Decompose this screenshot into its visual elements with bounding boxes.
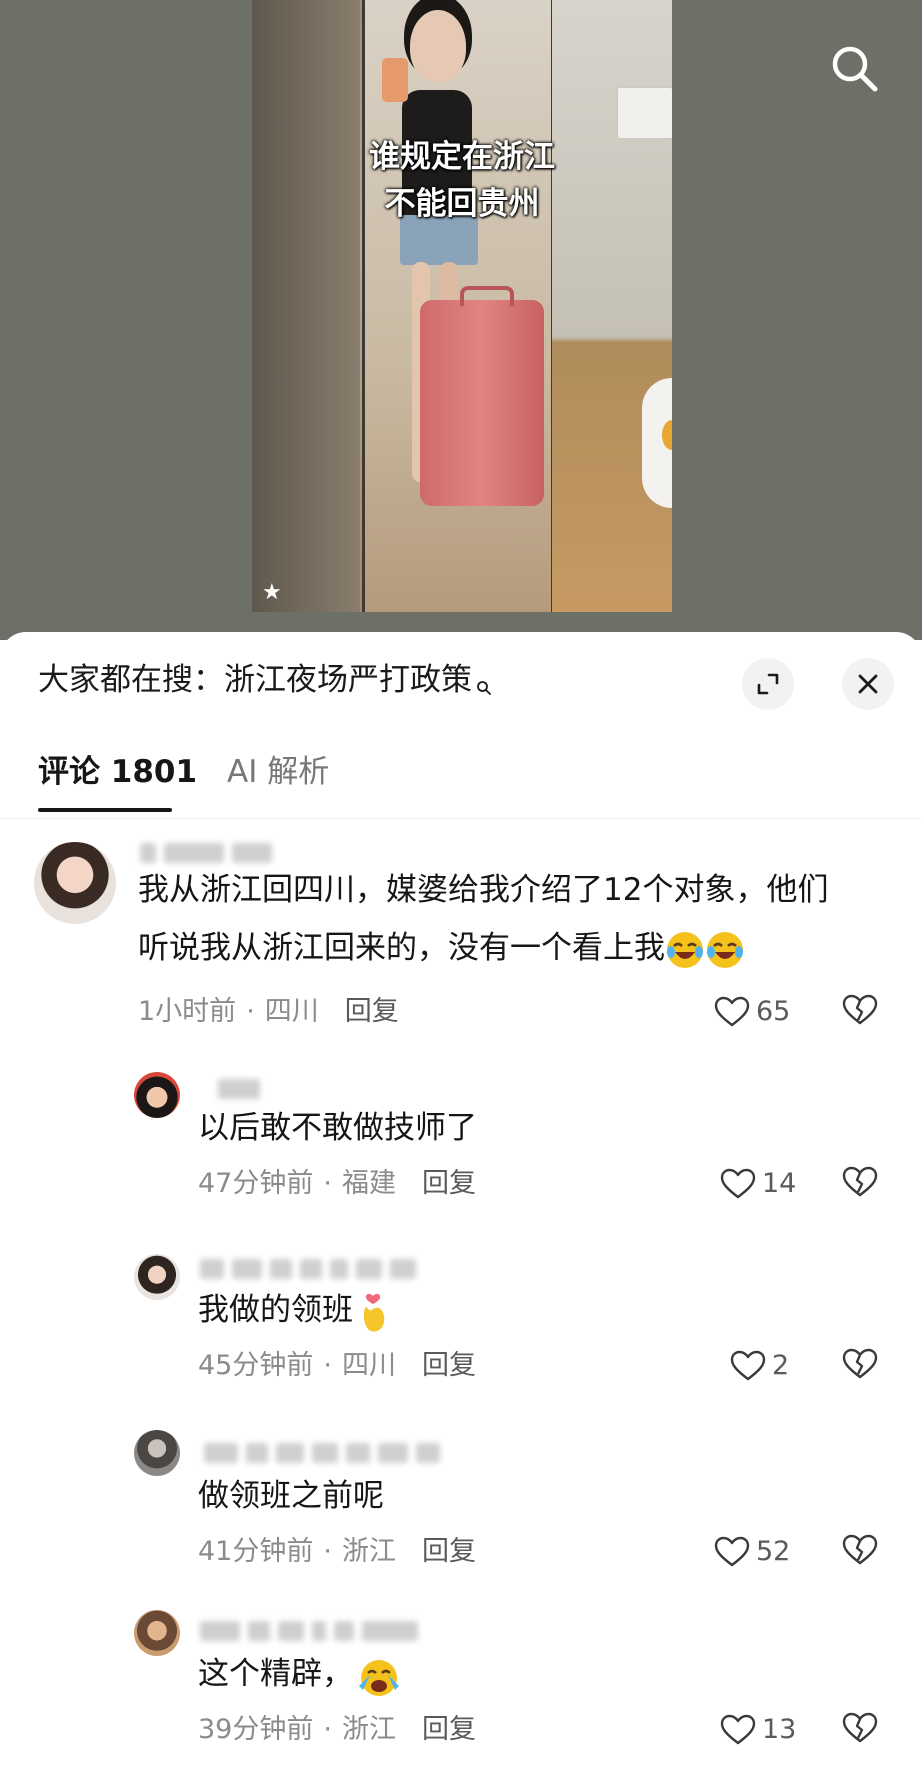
- comment-time: 47分钟前: [198, 1168, 314, 1199]
- avatar[interactable]: [134, 1072, 180, 1118]
- comment-location: 四川: [264, 996, 319, 1027]
- close-button[interactable]: [842, 658, 894, 710]
- expand-icon: [757, 673, 779, 695]
- crying-laughing-emoji: [665, 930, 705, 970]
- comment-text-wrap: 我做的领班: [198, 1282, 393, 1338]
- trending-search[interactable]: 大家都在搜：浙江夜场严打政策: [38, 658, 492, 708]
- reply-button[interactable]: 回复: [422, 1168, 476, 1199]
- dislike-button[interactable]: [842, 1534, 878, 1570]
- avatar[interactable]: [134, 1254, 180, 1300]
- expand-button[interactable]: [742, 658, 794, 710]
- heart-icon: [720, 1168, 756, 1199]
- search-button[interactable]: [826, 40, 882, 96]
- comment-text: 这个精辟，: [198, 1656, 353, 1692]
- divider: [0, 818, 922, 819]
- username-blurred[interactable]: [200, 1620, 426, 1646]
- finger-heart-emoji: [353, 1292, 393, 1332]
- comment-meta: 45分钟前 · 四川 回复: [198, 1348, 476, 1384]
- dislike-button[interactable]: [842, 994, 878, 1030]
- loudly-crying-emoji: [353, 1656, 405, 1696]
- broken-heart-icon: [842, 1166, 878, 1197]
- dislike-button[interactable]: [842, 1166, 878, 1202]
- comment-meta: 1小时前 · 四川 回复: [138, 994, 399, 1030]
- active-tab-indicator: [38, 808, 172, 812]
- comment-time: 39分钟前: [198, 1714, 314, 1745]
- comment-text: 做领班之前呢: [198, 1478, 384, 1514]
- separator-dot: ·: [246, 996, 255, 1027]
- heart-icon: [714, 1536, 750, 1567]
- trending-query[interactable]: 浙江夜场严打政策: [224, 662, 472, 698]
- search-icon: [476, 664, 492, 708]
- reply-button[interactable]: 回复: [422, 1536, 476, 1567]
- separator-dot: ·: [323, 1536, 332, 1567]
- video-outlet: [616, 86, 672, 140]
- comment-location: 浙江: [341, 1536, 396, 1567]
- avatar[interactable]: [134, 1430, 180, 1476]
- username-blurred[interactable]: [200, 1258, 424, 1284]
- reply-button[interactable]: 回复: [422, 1350, 476, 1381]
- video-suitcase: [420, 286, 544, 506]
- video-person: [410, 10, 466, 82]
- like-count: 14: [762, 1168, 797, 1199]
- sparkle-icon: ★: [262, 580, 282, 605]
- heart-icon: [714, 996, 750, 1027]
- broken-heart-icon: [842, 994, 878, 1025]
- comment-text-line1: 我从浙江回四川，媒婆给我介绍了12个对象，他们: [138, 872, 829, 908]
- separator-dot: ·: [323, 1168, 332, 1199]
- close-icon: [858, 674, 878, 694]
- search-icon: [832, 46, 878, 92]
- comment-location: 四川: [341, 1350, 396, 1381]
- comment-text: 以后敢不敢做技师了: [198, 1110, 477, 1146]
- video-caption-line1: 谁规定在浙江: [369, 139, 555, 175]
- avatar[interactable]: [34, 842, 116, 924]
- like-button[interactable]: 52: [714, 1534, 790, 1570]
- comment-meta: 41分钟前 · 浙江 回复: [198, 1534, 476, 1570]
- video-wall: [252, 0, 360, 612]
- like-button[interactable]: 65: [714, 994, 790, 1030]
- comment-text-line2: 听说我从浙江回来的，没有一个看上我: [138, 930, 665, 966]
- comment-location: 福建: [341, 1168, 396, 1199]
- comment-meta: 47分钟前 · 福建 回复: [198, 1166, 476, 1202]
- like-button[interactable]: 14: [720, 1166, 796, 1202]
- trending-prefix: 大家都在搜：: [38, 662, 224, 698]
- separator-dot: ·: [323, 1714, 332, 1745]
- comment-text-wrap: 这个精辟，: [198, 1646, 405, 1702]
- dislike-button[interactable]: [842, 1348, 878, 1384]
- video-frame: ★: [252, 0, 672, 612]
- comment-time: 1小时前: [138, 996, 237, 1027]
- like-button[interactable]: 13: [720, 1712, 796, 1748]
- comment-meta: 39分钟前 · 浙江 回复: [198, 1712, 476, 1748]
- like-count: 65: [756, 996, 791, 1027]
- comment-text-line2-wrap: 听说我从浙江回来的，没有一个看上我: [138, 920, 745, 976]
- like-count: 2: [772, 1350, 790, 1381]
- broken-heart-icon: [842, 1534, 878, 1565]
- broken-heart-icon: [842, 1712, 878, 1743]
- video-phone: [382, 58, 408, 102]
- video-player[interactable]: ★ 谁规定在浙江 不能回贵州: [0, 0, 922, 640]
- comment-time: 41分钟前: [198, 1536, 314, 1567]
- video-caption-line2: 不能回贵州: [384, 186, 540, 222]
- like-button[interactable]: 2: [730, 1348, 789, 1384]
- avatar[interactable]: [134, 1610, 180, 1656]
- heart-icon: [720, 1714, 756, 1745]
- comment-time: 45分钟前: [198, 1350, 314, 1381]
- username-blurred[interactable]: [204, 1442, 448, 1468]
- tab-comments[interactable]: 评论 1801: [38, 750, 197, 794]
- dislike-button[interactable]: [842, 1712, 878, 1748]
- broken-heart-icon: [842, 1348, 878, 1379]
- separator-dot: ·: [323, 1350, 332, 1381]
- tab-ai-analysis[interactable]: AI 解析: [227, 750, 329, 794]
- heart-icon: [730, 1350, 766, 1381]
- crying-laughing-emoji: [705, 930, 745, 970]
- comment-location: 浙江: [341, 1714, 396, 1745]
- comment-text: 我做的领班: [198, 1292, 353, 1328]
- like-count: 13: [762, 1714, 797, 1745]
- comment-panel: 大家都在搜：浙江夜场严打政策 评论 1801 AI 解析 我从浙江回四川，媒婆给…: [0, 632, 922, 1789]
- reply-button[interactable]: 回复: [422, 1714, 476, 1745]
- reply-button[interactable]: 回复: [345, 996, 399, 1027]
- like-count: 52: [756, 1536, 791, 1567]
